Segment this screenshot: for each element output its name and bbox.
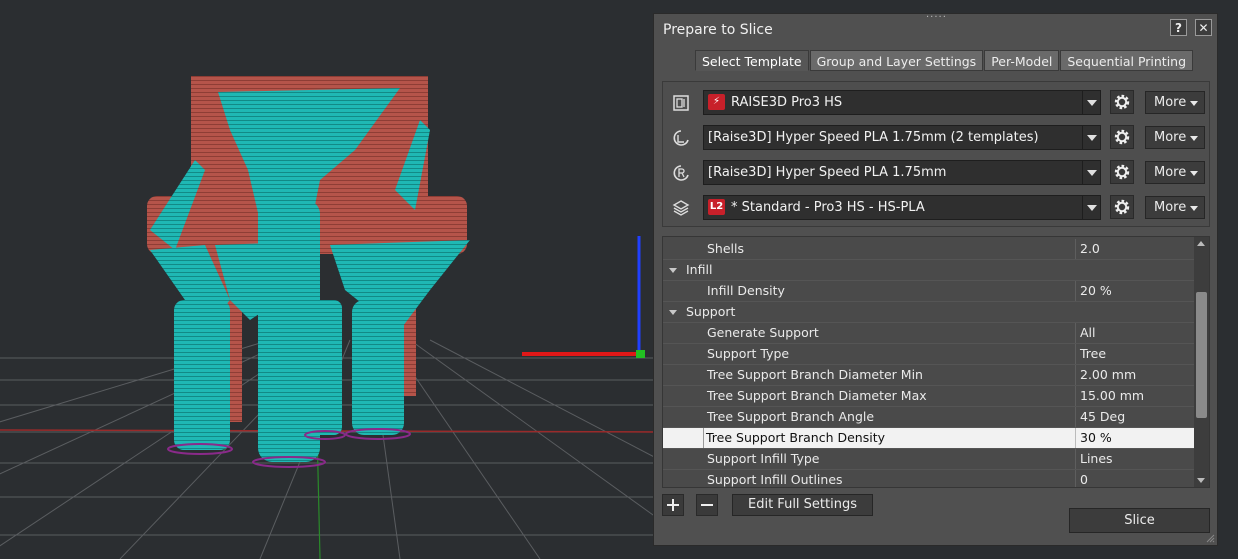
material-settings-button[interactable] [1110, 125, 1134, 149]
setting-label: Tree Support Branch Density [706, 430, 885, 445]
settings-list[interactable]: Shells 2.0 Infill Infill Density 20 % Su… [662, 236, 1210, 488]
printer-icon [673, 95, 689, 111]
category-label: Infill [686, 262, 713, 277]
setting-label: Support Infill Outlines [707, 472, 843, 487]
material-left-icon [673, 130, 689, 146]
drag-grip-icon[interactable]: ····· [926, 13, 946, 23]
chevron-down-icon[interactable] [1082, 196, 1100, 219]
category-label: Support [686, 304, 736, 319]
printer-row: ⚡ RAISE3D Pro3 HS More [663, 90, 1211, 116]
setting-row-generate-support[interactable]: Generate Support All [663, 323, 1194, 344]
scroll-down-icon[interactable] [1194, 474, 1209, 487]
settings-scrollbar[interactable] [1194, 237, 1209, 487]
category-row-support[interactable]: Support [663, 302, 1194, 323]
close-button[interactable]: ✕ [1195, 19, 1212, 36]
resize-grip-icon[interactable] [1205, 533, 1215, 543]
material-right-settings-button[interactable] [1110, 160, 1134, 184]
material-right-row: [Raise3D] Hyper Speed PLA 1.75mm More [663, 160, 1211, 186]
plus-icon-stem [672, 499, 674, 511]
gear-icon [1114, 94, 1130, 110]
gear-icon [1114, 199, 1130, 215]
setting-row-branch-diameter-max[interactable]: Tree Support Branch Diameter Max 15.00 m… [663, 386, 1194, 407]
printer-settings-button[interactable] [1110, 90, 1134, 114]
tab-bar: Select Template Group and Layer Settings… [695, 50, 1194, 71]
setting-value[interactable]: 30 % [1075, 428, 1194, 448]
profile-level-badge: L2 [708, 198, 725, 215]
setting-label: Generate Support [707, 325, 819, 340]
gear-icon [1114, 129, 1130, 145]
chevron-down-icon[interactable] [1082, 91, 1100, 114]
setting-label: Support Type [707, 346, 790, 361]
slice-button[interactable]: Slice [1069, 508, 1210, 533]
add-setting-button[interactable] [662, 494, 684, 516]
setting-label: Tree Support Branch Diameter Max [707, 388, 927, 403]
material-select-value: [Raise3D] Hyper Speed PLA 1.75mm (2 temp… [708, 130, 1039, 145]
profile-more-button[interactable]: More [1145, 196, 1205, 219]
setting-row-branch-density[interactable]: Tree Support Branch Density 30 % [663, 428, 1194, 449]
setting-label: Tree Support Branch Diameter Min [707, 367, 923, 382]
printer-more-button[interactable]: More [1145, 91, 1205, 114]
axis-gizmo [522, 236, 645, 358]
setting-value[interactable]: 15.00 mm [1075, 386, 1194, 406]
material-right-more-button[interactable]: More [1145, 161, 1205, 184]
tab-per-model[interactable]: Per-Model [984, 50, 1060, 71]
setting-value[interactable]: 2.00 mm [1075, 365, 1194, 385]
setting-value[interactable]: Lines [1075, 449, 1194, 469]
setting-label: Support Infill Type [707, 451, 820, 466]
remove-setting-button[interactable] [696, 494, 718, 516]
scroll-up-icon[interactable] [1194, 237, 1209, 250]
minus-icon [701, 504, 713, 506]
tab-sequential-printing[interactable]: Sequential Printing [1060, 50, 1194, 71]
scroll-thumb[interactable] [1196, 292, 1207, 418]
setting-value[interactable]: All [1075, 323, 1194, 343]
material-select[interactable]: [Raise3D] Hyper Speed PLA 1.75mm (2 temp… [703, 125, 1101, 150]
dialog-title: Prepare to Slice [663, 22, 773, 38]
material-right-select[interactable]: [Raise3D] Hyper Speed PLA 1.75mm [703, 160, 1101, 185]
setting-value[interactable]: 45 Deg [1075, 407, 1194, 427]
profile-select-value: * Standard - Pro3 HS - HS-PLA [731, 200, 925, 215]
printer-select[interactable]: ⚡ RAISE3D Pro3 HS [703, 90, 1101, 115]
tab-group-and-layer-settings[interactable]: Group and Layer Settings [809, 50, 984, 71]
profile-select[interactable]: L2 * Standard - Pro3 HS - HS-PLA [703, 195, 1101, 220]
setting-value[interactable]: Tree [1075, 344, 1194, 364]
collapse-triangle-icon[interactable] [669, 310, 677, 315]
profile-row: L2 * Standard - Pro3 HS - HS-PLA More [663, 195, 1211, 221]
material-row: [Raise3D] Hyper Speed PLA 1.75mm (2 temp… [663, 125, 1211, 151]
printer-select-value: RAISE3D Pro3 HS [731, 95, 843, 110]
setting-row-shells[interactable]: Shells 2.0 [663, 239, 1194, 260]
setting-row-support-type[interactable]: Support Type Tree [663, 344, 1194, 365]
material-right-select-value: [Raise3D] Hyper Speed PLA 1.75mm [708, 165, 947, 180]
setting-value[interactable]: 0 [1075, 470, 1194, 487]
setting-row-support-infill-type[interactable]: Support Infill Type Lines [663, 449, 1194, 470]
setting-label: Tree Support Branch Angle [707, 409, 875, 424]
setting-value[interactable]: 2.0 [1075, 239, 1194, 259]
material-more-button[interactable]: More [1145, 126, 1205, 149]
template-selector: ⚡ RAISE3D Pro3 HS More [Raise3D] Hyper Sp… [662, 81, 1210, 227]
setting-row-branch-diameter-min[interactable]: Tree Support Branch Diameter Min 2.00 mm [663, 365, 1194, 386]
category-row-infill[interactable]: Infill [663, 260, 1194, 281]
profile-settings-button[interactable] [1110, 195, 1134, 219]
setting-row-infill-density[interactable]: Infill Density 20 % [663, 281, 1194, 302]
printer-badge-icon: ⚡ [708, 93, 725, 110]
edit-full-settings-button[interactable]: Edit Full Settings [732, 494, 873, 516]
collapse-triangle-icon[interactable] [669, 268, 677, 273]
setting-label: Infill Density [707, 283, 785, 298]
setting-row-support-infill-outlines[interactable]: Support Infill Outlines 0 [663, 470, 1194, 487]
help-button[interactable]: ? [1170, 19, 1187, 36]
setting-row-branch-angle[interactable]: Tree Support Branch Angle 45 Deg [663, 407, 1194, 428]
layers-icon [672, 200, 690, 216]
setting-value[interactable]: 20 % [1075, 281, 1194, 301]
chevron-down-icon[interactable] [1082, 126, 1100, 149]
material-right-icon [673, 165, 689, 181]
chevron-down-icon[interactable] [1082, 161, 1100, 184]
setting-label: Shells [707, 241, 745, 256]
tab-select-template[interactable]: Select Template [695, 50, 809, 71]
prepare-to-slice-dialog: ····· Prepare to Slice ? ✕ Select Templa… [653, 13, 1218, 546]
gear-icon [1114, 164, 1130, 180]
